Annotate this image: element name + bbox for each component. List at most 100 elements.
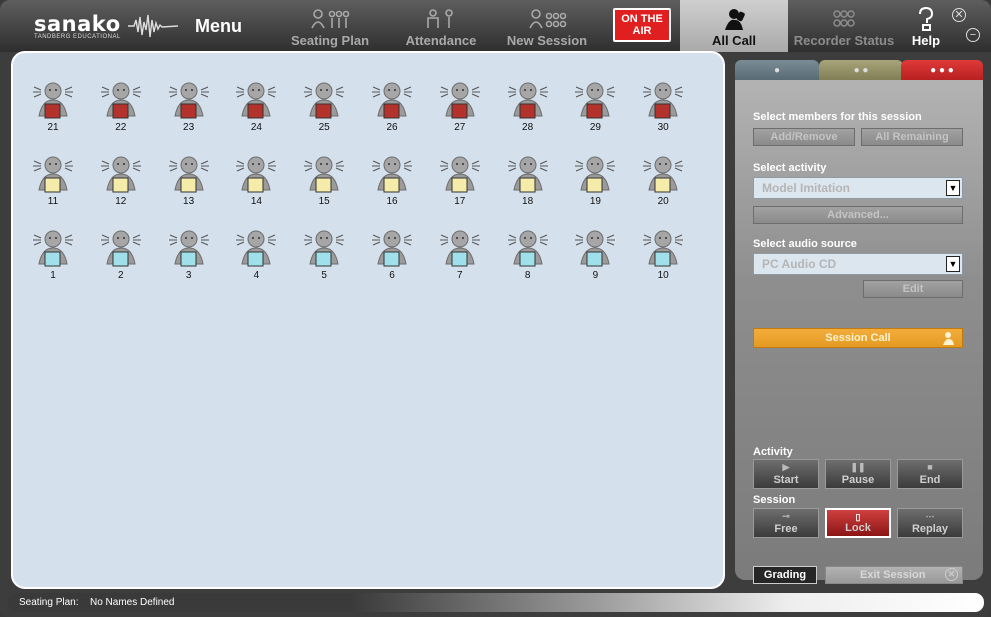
tab-recorder-status[interactable]: Recorder Status <box>790 0 898 52</box>
start-label: Start <box>773 474 799 486</box>
audio-source-select[interactable]: PC Audio CD ▼ <box>753 253 963 275</box>
replay-icon: ⋯ <box>925 511 935 521</box>
play-icon: ▶ <box>782 462 790 472</box>
student-seat[interactable]: 10 <box>640 228 686 286</box>
sanako-logo: sanako TANDBERG EDUCATIONAL <box>34 12 184 42</box>
student-seat-number: 3 <box>185 270 192 281</box>
student-seat-number: 7 <box>457 270 463 281</box>
student-icon <box>33 82 73 119</box>
chevron-down-icon[interactable]: ▼ <box>946 180 960 196</box>
session-call-button[interactable]: Session Call <box>753 328 963 348</box>
student-icon <box>33 156 73 193</box>
student-icon <box>304 82 345 119</box>
student-icon <box>168 230 209 267</box>
student-seat[interactable]: 24 <box>233 80 279 138</box>
student-seat[interactable]: 21 <box>30 80 76 138</box>
student-icon <box>372 82 412 119</box>
start-button[interactable]: ▶ Start <box>753 459 819 489</box>
end-button[interactable]: ■ End <box>897 459 963 489</box>
free-button[interactable]: ⊸ Free <box>753 508 819 538</box>
student-seat[interactable]: 29 <box>572 80 618 138</box>
seating-plan-area: 21 22 23 24 25 26 27 28 29 30 11 12 13 14 15 16 17 18 19 20… <box>11 51 725 589</box>
pause-label: Pause <box>841 474 875 486</box>
student-seat[interactable]: 3 <box>166 228 212 286</box>
exit-session-button[interactable]: Exit Session ✕ <box>825 566 963 584</box>
menu-button[interactable]: Menu <box>195 16 242 37</box>
student-seat[interactable]: 16 <box>369 154 415 212</box>
student-seat[interactable]: 20 <box>640 154 686 212</box>
student-seat[interactable]: 14 <box>233 154 279 212</box>
student-seat-number: 21 <box>47 122 59 133</box>
pause-button[interactable]: ❚❚ Pause <box>825 459 891 489</box>
student-seat[interactable]: 23 <box>166 80 212 138</box>
student-icon <box>236 156 277 193</box>
status-bar: Seating Plan: No Names Defined <box>8 593 984 612</box>
student-seat[interactable]: 19 <box>572 154 618 212</box>
student-seat[interactable]: 6 <box>369 228 415 286</box>
all-remaining-button[interactable]: All Remaining <box>861 128 963 146</box>
chevron-down-icon[interactable]: ▼ <box>946 256 960 272</box>
student-seat-number: 24 <box>250 122 262 133</box>
logo-subtext: TANDBERG EDUCATIONAL <box>34 34 121 40</box>
panel-body: Select members for this session Add/Remo… <box>735 80 983 584</box>
student-seat[interactable]: 11 <box>30 154 76 212</box>
student-seat[interactable]: 8 <box>505 228 551 286</box>
tab-new-session[interactable]: New Session <box>500 0 594 52</box>
student-seat-number: 9 <box>592 270 599 281</box>
activity-select[interactable]: Model Imitation ▼ <box>753 177 963 199</box>
student-icon <box>33 230 73 267</box>
student-seat[interactable]: 17 <box>437 154 483 212</box>
student-icon <box>304 156 345 193</box>
edit-button[interactable]: Edit <box>863 280 963 298</box>
student-icon <box>100 82 141 119</box>
student-icon <box>575 230 616 267</box>
student-seat[interactable]: 25 <box>301 80 347 138</box>
panel-tab-3[interactable]: ● ● ● <box>901 60 983 82</box>
student-seat[interactable]: 22 <box>98 80 144 138</box>
student-icon <box>575 82 616 119</box>
student-seat-number: 28 <box>522 122 534 133</box>
student-seat[interactable]: 18 <box>505 154 551 212</box>
student-seat[interactable]: 5 <box>301 228 347 286</box>
student-seat[interactable]: 27 <box>437 80 483 138</box>
tab-seating-plan[interactable]: Seating Plan <box>285 0 375 52</box>
advanced-button[interactable]: Advanced... <box>753 206 963 224</box>
student-seat[interactable]: 15 <box>301 154 347 212</box>
student-seat[interactable]: 4 <box>233 228 279 286</box>
student-seat[interactable]: 2 <box>98 228 144 286</box>
close-icon[interactable]: ✕ <box>952 8 966 22</box>
new-session-icon <box>500 8 594 33</box>
student-seat-number: 1 <box>50 270 56 281</box>
logo-text: sanako <box>34 12 121 36</box>
lock-button[interactable]: ▯ Lock <box>825 508 891 538</box>
grading-button[interactable]: Grading <box>753 566 817 584</box>
student-icon <box>643 82 684 119</box>
add-remove-button[interactable]: Add/Remove <box>753 128 855 146</box>
student-seat[interactable]: 13 <box>166 154 212 212</box>
key-icon: ⊸ <box>782 511 790 521</box>
help-button[interactable]: Help <box>906 4 946 50</box>
student-seat[interactable]: 12 <box>98 154 144 212</box>
tab-attendance[interactable]: Attendance <box>398 0 484 52</box>
student-seat-number: 23 <box>183 122 195 133</box>
panel-tab-1[interactable]: ● <box>735 60 819 82</box>
student-seat-number: 12 <box>115 196 127 207</box>
student-seat-number: 15 <box>318 196 330 207</box>
student-seat-number: 16 <box>386 196 398 207</box>
student-icon <box>372 156 412 193</box>
replay-button[interactable]: ⋯ Replay <box>897 508 963 538</box>
student-seat[interactable]: 26 <box>369 80 415 138</box>
student-seat[interactable]: 1 <box>30 228 76 286</box>
session-section-label: Session <box>753 494 796 506</box>
minimize-icon[interactable]: − <box>966 28 980 42</box>
mouse-icon: ▯ <box>855 512 861 522</box>
tab-all-call[interactable]: All Call <box>680 0 788 52</box>
tab-new-session-label: New Session <box>506 33 588 48</box>
student-icon <box>507 156 548 193</box>
student-seat[interactable]: 28 <box>505 80 551 138</box>
student-seat[interactable]: 7 <box>437 228 483 286</box>
student-seat[interactable]: 9 <box>572 228 618 286</box>
exit-session-label: Exit Session <box>860 569 926 581</box>
panel-tab-2[interactable]: ● ● <box>819 60 903 82</box>
student-seat[interactable]: 30 <box>640 80 686 138</box>
